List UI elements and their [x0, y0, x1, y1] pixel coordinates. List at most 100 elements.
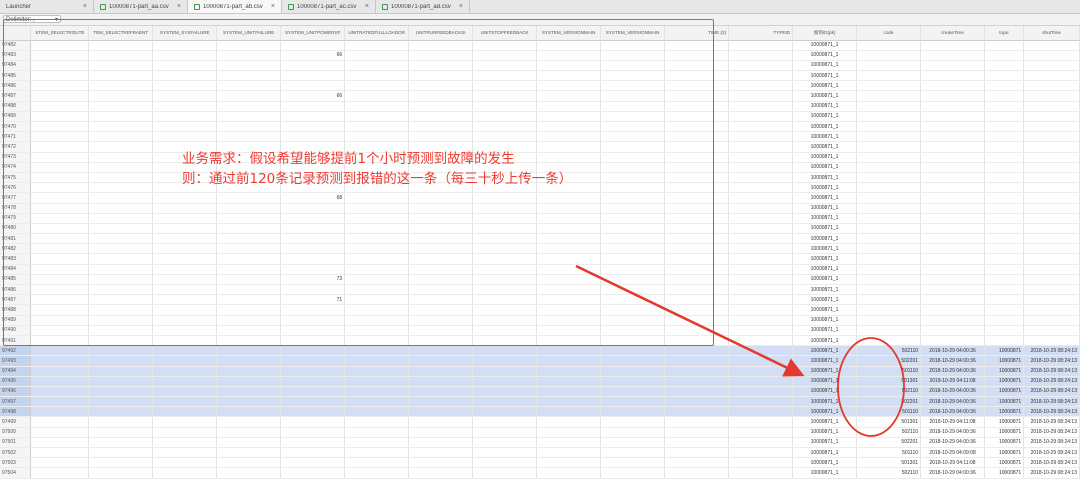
table-cell[interactable]	[408, 233, 474, 245]
table-cell[interactable]	[920, 304, 986, 316]
table-cell[interactable]	[920, 233, 986, 245]
table-cell[interactable]	[344, 90, 410, 102]
table-cell[interactable]	[30, 141, 90, 153]
table-cell[interactable]: 10000871_1	[792, 253, 858, 265]
table-cell[interactable]	[1023, 264, 1080, 275]
table-cell[interactable]	[408, 304, 474, 316]
table-cell[interactable]	[280, 131, 346, 143]
table-cell[interactable]	[88, 172, 154, 184]
table-cell[interactable]: 2018-10-29 08:24:13	[1023, 437, 1080, 449]
table-cell[interactable]	[408, 437, 474, 449]
table-cell[interactable]: 502201	[856, 396, 922, 408]
tab-3[interactable]: 10000871-part_ac.csv ×	[282, 0, 376, 13]
table-cell[interactable]: 10000871_1	[792, 80, 858, 92]
table-cell[interactable]: 10000871	[984, 427, 1025, 438]
column-header[interactable]: STEM_SELECTROUTE	[30, 26, 90, 41]
row-number[interactable]: 97475	[0, 172, 32, 184]
table-cell[interactable]	[856, 243, 922, 255]
table-cell[interactable]	[600, 386, 666, 398]
row-number[interactable]: 97492	[0, 345, 32, 357]
table-cell[interactable]: 10000871_1	[792, 243, 858, 255]
table-cell[interactable]	[152, 111, 218, 123]
table-cell[interactable]	[216, 416, 282, 428]
table-cell[interactable]	[30, 315, 90, 326]
table-cell[interactable]	[728, 284, 794, 296]
table-cell[interactable]	[472, 406, 538, 418]
table-cell[interactable]	[856, 253, 922, 265]
table-cell[interactable]	[728, 203, 794, 214]
table-cell[interactable]: 2018-10-29 04:09:08	[920, 447, 986, 459]
table-cell[interactable]	[856, 233, 922, 245]
table-cell[interactable]	[472, 203, 538, 214]
table-cell[interactable]	[856, 304, 922, 316]
table-cell[interactable]	[408, 213, 474, 224]
table-cell[interactable]	[88, 162, 154, 173]
table-cell[interactable]	[472, 213, 538, 224]
table-cell[interactable]	[88, 90, 154, 102]
table-cell[interactable]	[1023, 253, 1080, 265]
table-cell[interactable]: 10000871	[984, 386, 1025, 398]
table-cell[interactable]	[30, 376, 90, 387]
table-cell[interactable]	[408, 294, 474, 306]
table-cell[interactable]: 10000871_1	[792, 274, 858, 286]
table-cell[interactable]: 10000871_1	[792, 325, 858, 336]
table-cell[interactable]	[1023, 172, 1080, 184]
table-cell[interactable]	[472, 376, 538, 387]
table-cell[interactable]	[536, 335, 602, 347]
table-row[interactable]: 97484 10000871_1	[0, 264, 1080, 275]
table-cell[interactable]	[216, 90, 282, 102]
table-cell[interactable]: 10000871_1	[792, 396, 858, 408]
table-cell[interactable]	[728, 223, 794, 235]
table-cell[interactable]	[280, 447, 346, 459]
table-cell[interactable]: 10000871_1	[792, 406, 858, 418]
table-cell[interactable]	[1023, 121, 1080, 133]
table-cell[interactable]	[280, 386, 346, 398]
table-cell[interactable]	[664, 416, 730, 428]
table-cell[interactable]	[88, 355, 154, 367]
table-cell[interactable]	[472, 40, 538, 51]
table-cell[interactable]	[280, 70, 346, 82]
table-cell[interactable]	[920, 264, 986, 275]
table-cell[interactable]	[152, 101, 218, 112]
table-cell[interactable]	[664, 366, 730, 377]
table-cell[interactable]	[88, 406, 154, 418]
close-icon[interactable]: ×	[83, 3, 87, 10]
table-cell[interactable]	[664, 192, 730, 204]
table-cell[interactable]	[408, 335, 474, 347]
table-cell[interactable]	[664, 111, 730, 123]
table-cell[interactable]	[88, 60, 154, 72]
close-icon[interactable]: ×	[365, 3, 369, 10]
table-cell[interactable]	[1023, 203, 1080, 214]
table-cell[interactable]	[984, 90, 1025, 102]
table-cell[interactable]	[280, 264, 346, 275]
table-cell[interactable]	[856, 101, 922, 112]
table-cell[interactable]	[856, 264, 922, 275]
table-cell[interactable]	[664, 131, 730, 143]
table-cell[interactable]: 10000871_1	[792, 355, 858, 367]
table-cell[interactable]	[30, 233, 90, 245]
table-cell[interactable]	[472, 437, 538, 449]
table-cell[interactable]	[728, 172, 794, 184]
table-cell[interactable]	[728, 396, 794, 408]
table-cell[interactable]	[88, 457, 154, 469]
table-cell[interactable]: 71	[280, 294, 346, 306]
table-cell[interactable]	[600, 121, 666, 133]
table-cell[interactable]	[152, 416, 218, 428]
table-cell[interactable]	[216, 40, 282, 51]
table-cell[interactable]	[728, 325, 794, 336]
table-cell[interactable]: 10000871_1	[792, 213, 858, 224]
row-number[interactable]: 97474	[0, 162, 32, 173]
table-cell[interactable]	[600, 233, 666, 245]
table-row[interactable]: 97494 10000871_1 501110 2018-10-29 04:00:36…	[0, 366, 1080, 377]
table-cell[interactable]: 501110	[856, 447, 922, 459]
table-cell[interactable]	[280, 437, 346, 449]
table-cell[interactable]	[30, 386, 90, 398]
table-cell[interactable]	[1023, 141, 1080, 153]
table-cell[interactable]: 10000871_1	[792, 366, 858, 377]
table-cell[interactable]	[472, 90, 538, 102]
table-cell[interactable]: 10000871_1	[792, 223, 858, 235]
table-cell[interactable]	[984, 325, 1025, 336]
table-cell[interactable]: 10000871	[984, 416, 1025, 428]
table-cell[interactable]: 2018-10-29 04:00:36	[920, 427, 986, 438]
row-number[interactable]: 97485	[0, 274, 32, 286]
